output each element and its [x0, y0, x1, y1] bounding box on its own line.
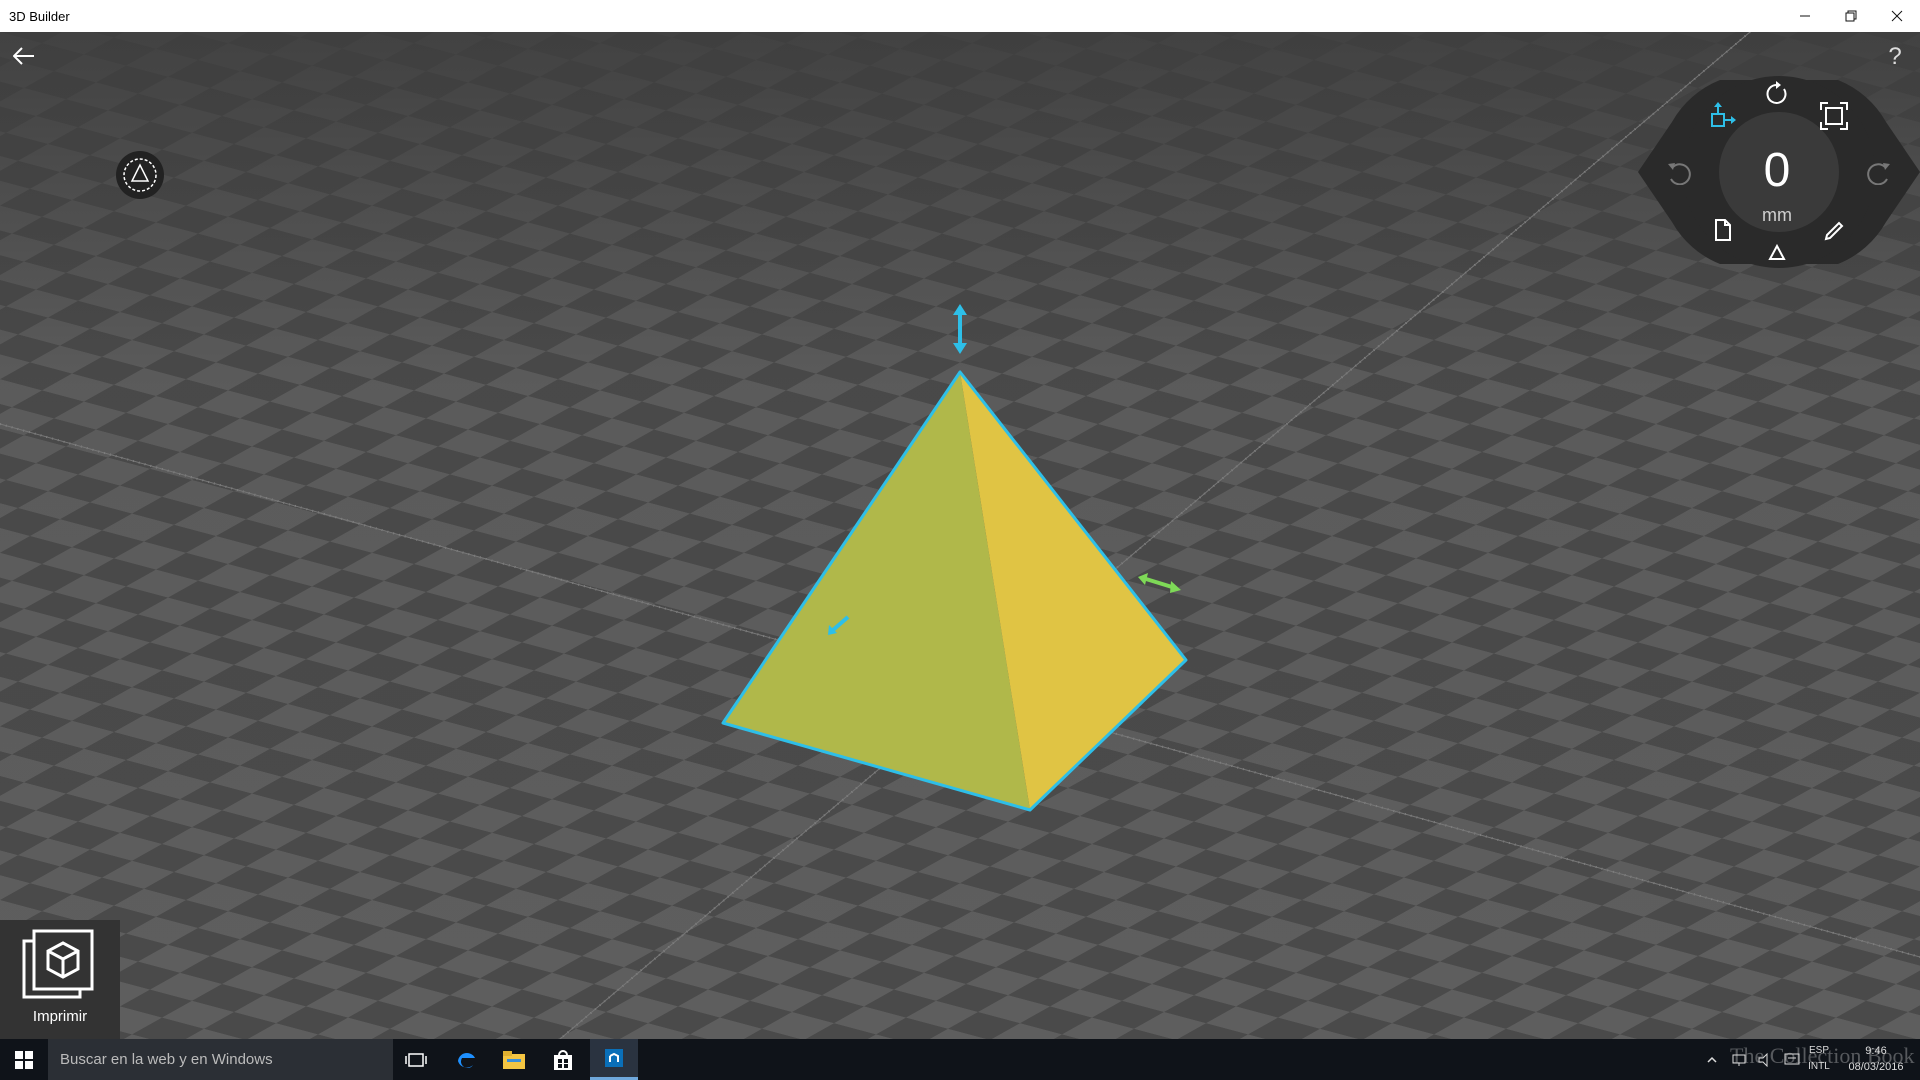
task-view-icon: [405, 1052, 427, 1067]
file-explorer-button[interactable]: [490, 1039, 538, 1080]
restore-icon: [1845, 10, 1857, 22]
scale-tool-button[interactable]: [1818, 100, 1850, 132]
3d-builder-taskbar-button[interactable]: [590, 1039, 638, 1080]
store-bag-icon: [554, 1049, 572, 1070]
rotate-icon: [1766, 81, 1787, 104]
object-type-button[interactable]: [1761, 237, 1793, 269]
minimize-icon: [1800, 15, 1810, 17]
taskbar: Buscar en la web y en Windows ESP INTL 9…: [0, 1039, 1920, 1080]
watermark: The Collection Book: [1730, 1043, 1915, 1068]
folder-icon: [503, 1050, 525, 1069]
pencil-icon: [1824, 221, 1844, 241]
paint-tool-button[interactable]: [1818, 214, 1850, 246]
rotate-tool-button[interactable]: [1761, 78, 1793, 110]
back-button[interactable]: [10, 42, 38, 70]
edge-browser-button[interactable]: [442, 1039, 490, 1080]
help-button[interactable]: ?: [1880, 42, 1910, 72]
redo-button[interactable]: [1864, 156, 1896, 188]
start-button[interactable]: [0, 1039, 48, 1080]
dial-value[interactable]: 0: [1722, 143, 1832, 198]
print-button[interactable]: Imprimir: [0, 920, 120, 1039]
move-tool-button[interactable]: [1706, 100, 1738, 132]
windows-logo-icon: [15, 1050, 33, 1069]
scale-icon: [1820, 102, 1848, 130]
redo-icon: [1867, 163, 1890, 185]
undo-icon: [1668, 163, 1691, 185]
3d-builder-app-icon: [605, 1049, 623, 1067]
3d-print-icon: [22, 929, 94, 999]
window-controls: [1782, 0, 1920, 32]
search-placeholder: Buscar en la web y en Windows: [60, 1051, 273, 1068]
close-button[interactable]: [1874, 0, 1920, 32]
back-arrow-icon: [13, 47, 34, 65]
new-file-button[interactable]: [1707, 214, 1739, 246]
file-icon: [1715, 219, 1731, 241]
triangle-icon: [1768, 243, 1786, 260]
chevron-up-icon[interactable]: [1706, 1054, 1718, 1066]
scene-canvas[interactable]: [0, 32, 1920, 1039]
3d-viewport[interactable]: [0, 32, 1920, 1039]
window-title: 3D Builder: [9, 8, 70, 24]
title-bar: 3D Builder: [0, 0, 1920, 32]
minimize-button[interactable]: [1782, 0, 1828, 32]
store-button[interactable]: [539, 1039, 587, 1080]
object-mode-button[interactable]: [116, 151, 164, 199]
print-button-label: Imprimir: [32, 1008, 88, 1025]
close-icon: [1891, 10, 1903, 22]
task-view-button[interactable]: [392, 1039, 440, 1080]
undo-button[interactable]: [1662, 156, 1694, 188]
move-icon: [1711, 102, 1736, 127]
edge-icon: [458, 1052, 475, 1068]
pyramid-object-icon: [123, 158, 157, 192]
restore-button[interactable]: [1828, 0, 1874, 32]
taskbar-search-box[interactable]: Buscar en la web y en Windows: [48, 1039, 393, 1080]
